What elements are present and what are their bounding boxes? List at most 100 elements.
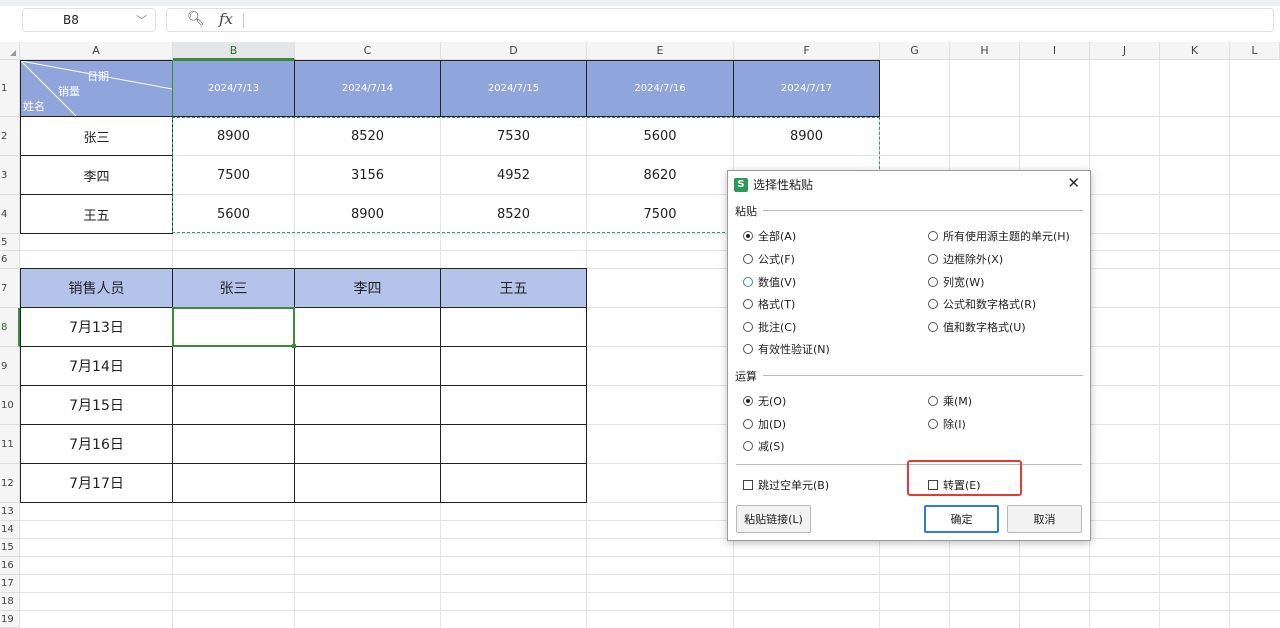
- table2-cell[interactable]: [172, 463, 295, 503]
- value-cell[interactable]: 3156: [294, 155, 441, 195]
- table2-cell[interactable]: [440, 463, 587, 503]
- table2-date-cell[interactable]: 7月15日: [20, 385, 173, 425]
- radio-paste-comments[interactable]: 批注(C): [743, 319, 796, 335]
- name-cell[interactable]: 张三: [20, 116, 173, 156]
- row-header-13[interactable]: 13: [0, 503, 20, 521]
- table2-cell[interactable]: [440, 346, 587, 386]
- table2-cell[interactable]: [172, 424, 295, 464]
- value-cell[interactable]: 8900: [733, 116, 880, 156]
- radio-icon[interactable]: [928, 322, 938, 332]
- column-header-g[interactable]: G: [880, 42, 950, 60]
- table2-cell[interactable]: [294, 346, 441, 386]
- value-cell[interactable]: 7500: [172, 155, 295, 195]
- radio-icon[interactable]: [743, 419, 753, 429]
- row-header-10[interactable]: 10: [0, 386, 20, 425]
- radio-icon[interactable]: [928, 419, 938, 429]
- radio-op-multiply[interactable]: 乘(M): [928, 393, 972, 409]
- radio-icon[interactable]: [743, 299, 753, 309]
- row-header-15[interactable]: 15: [0, 539, 20, 557]
- value-cell[interactable]: 5600: [586, 116, 734, 156]
- name-cell[interactable]: 李四: [20, 155, 173, 195]
- paste-link-button[interactable]: 粘贴链接(L): [736, 505, 811, 533]
- column-header-f[interactable]: F: [734, 42, 880, 60]
- date-header-cell[interactable]: 2024/7/16: [586, 60, 734, 117]
- value-cell[interactable]: 8620: [586, 155, 734, 195]
- value-cell[interactable]: 8900: [172, 116, 295, 156]
- table2-header-cell[interactable]: 李四: [294, 268, 441, 308]
- row-header-5[interactable]: 5: [0, 234, 20, 251]
- date-header-cell[interactable]: 2024/7/17: [733, 60, 880, 117]
- radio-icon[interactable]: [743, 322, 753, 332]
- zoom-icon[interactable]: 🔍︎: [187, 11, 205, 27]
- row-header-2[interactable]: 2: [0, 117, 20, 156]
- name-cell[interactable]: 王五: [20, 194, 173, 234]
- column-header-c[interactable]: C: [295, 42, 441, 60]
- row-header-8[interactable]: 8: [0, 308, 20, 347]
- radio-paste-formula[interactable]: 公式(F): [743, 251, 795, 267]
- value-cell[interactable]: 8900: [294, 194, 441, 234]
- radio-paste-formats[interactable]: 格式(T): [743, 296, 795, 312]
- table2-date-cell[interactable]: 7月14日: [20, 346, 173, 386]
- table2-cell[interactable]: [294, 463, 441, 503]
- formula-input[interactable]: 🔍︎ fx: [166, 8, 1274, 32]
- row-header-6[interactable]: 6: [0, 251, 20, 269]
- column-header-j[interactable]: J: [1090, 42, 1160, 60]
- table2-cell[interactable]: [294, 307, 441, 347]
- close-icon[interactable]: ✕: [1067, 174, 1080, 192]
- table2-cell[interactable]: [440, 385, 587, 425]
- row-header-12[interactable]: 12: [0, 464, 20, 503]
- row-header-9[interactable]: 9: [0, 347, 20, 386]
- row-header-4[interactable]: 4: [0, 195, 20, 234]
- value-cell[interactable]: 5600: [172, 194, 295, 234]
- column-header-h[interactable]: H: [950, 42, 1020, 60]
- radio-icon[interactable]: [928, 231, 938, 241]
- table2-header-cell[interactable]: 张三: [172, 268, 295, 308]
- column-header-d[interactable]: D: [441, 42, 587, 60]
- radio-icon[interactable]: [928, 396, 938, 406]
- value-cell[interactable]: 7500: [586, 194, 734, 234]
- radio-icon[interactable]: [928, 254, 938, 264]
- radio-paste-all[interactable]: 全部(A): [743, 228, 796, 244]
- value-cell[interactable]: 8520: [294, 116, 441, 156]
- radio-icon[interactable]: [743, 441, 753, 451]
- table2-date-cell[interactable]: 7月16日: [20, 424, 173, 464]
- radio-icon[interactable]: [928, 277, 938, 287]
- radio-paste-source-theme[interactable]: 所有使用源主题的单元(H): [928, 228, 1070, 244]
- name-box[interactable]: B8 ﹀: [22, 8, 156, 32]
- value-cell[interactable]: 4952: [440, 155, 587, 195]
- ok-button[interactable]: 确定: [924, 505, 999, 533]
- row-header-11[interactable]: 11: [0, 425, 20, 464]
- cancel-button[interactable]: 取消: [1007, 505, 1082, 533]
- radio-paste-formulas-numbers[interactable]: 公式和数字格式(R): [928, 296, 1036, 312]
- table2-cell[interactable]: [294, 385, 441, 425]
- row-header-3[interactable]: 3: [0, 156, 20, 195]
- radio-icon[interactable]: [928, 299, 938, 309]
- column-header-k[interactable]: K: [1160, 42, 1230, 60]
- table2-cell[interactable]: [440, 307, 587, 347]
- row-header-18[interactable]: 18: [0, 593, 20, 611]
- table2-cell[interactable]: [172, 346, 295, 386]
- table2-cell[interactable]: [294, 424, 441, 464]
- active-cell-b8[interactable]: [172, 307, 296, 348]
- radio-op-none[interactable]: 无(O): [743, 393, 786, 409]
- radio-icon[interactable]: [743, 277, 753, 287]
- checkbox-icon[interactable]: [743, 480, 753, 490]
- radio-icon[interactable]: [743, 344, 753, 354]
- column-header-e[interactable]: E: [587, 42, 734, 60]
- checkbox-skip-blanks[interactable]: 跳过空单元(B): [743, 477, 829, 493]
- row-header-16[interactable]: 16: [0, 557, 20, 575]
- chevron-down-icon[interactable]: ﹀: [136, 12, 147, 28]
- radio-paste-except-borders[interactable]: 边框除外(X): [928, 251, 1003, 267]
- date-header-cell[interactable]: 2024/7/13: [172, 60, 295, 117]
- row-header-1[interactable]: 1: [0, 60, 20, 117]
- radio-op-add[interactable]: 加(D): [743, 416, 786, 432]
- table2-date-cell[interactable]: 7月17日: [20, 463, 173, 503]
- row-header-17[interactable]: 17: [0, 575, 20, 593]
- radio-op-subtract[interactable]: 减(S): [743, 438, 785, 454]
- row-header-14[interactable]: 14: [0, 521, 20, 539]
- radio-icon[interactable]: [743, 396, 753, 406]
- radio-paste-validation[interactable]: 有效性验证(N): [743, 341, 830, 357]
- value-cell[interactable]: 7530: [440, 116, 587, 156]
- table2-date-cell[interactable]: 7月13日: [20, 307, 173, 347]
- column-header-b[interactable]: B: [173, 42, 295, 60]
